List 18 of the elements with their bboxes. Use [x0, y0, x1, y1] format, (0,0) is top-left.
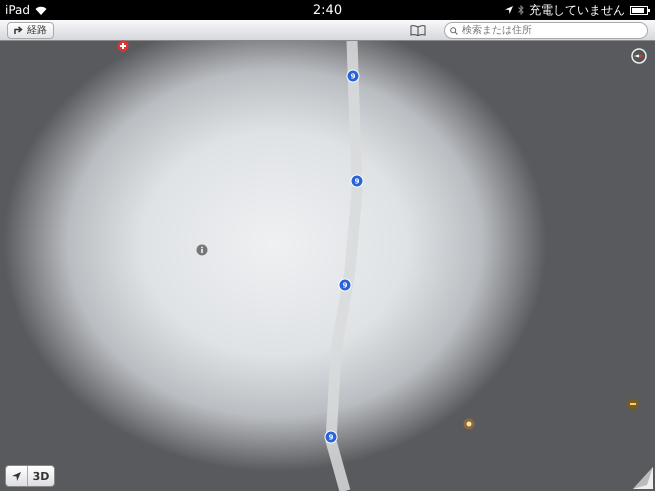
battery-icon [630, 6, 650, 14]
directions-button[interactable]: 経路 [7, 22, 54, 38]
info-pin-icon[interactable] [196, 244, 208, 256]
device-name: iPad [5, 3, 30, 17]
wifi-icon [35, 6, 48, 14]
location-arrow-icon [505, 6, 513, 14]
place-pin-icon[interactable] [627, 398, 639, 410]
bluetooth-icon [518, 5, 524, 15]
location-arrow-icon [12, 472, 21, 480]
turn-arrow-icon [14, 26, 23, 34]
search-field[interactable]: 検索または住所 [444, 22, 648, 38]
clock: 2:40 [312, 2, 342, 18]
charging-status: 充電していません [529, 2, 625, 18]
compass-icon[interactable] [631, 48, 647, 64]
hospital-pin-icon[interactable] [117, 40, 129, 52]
place-pin-icon[interactable] [463, 418, 475, 430]
page-curl-icon[interactable] [633, 467, 653, 489]
book-icon[interactable] [410, 24, 426, 36]
